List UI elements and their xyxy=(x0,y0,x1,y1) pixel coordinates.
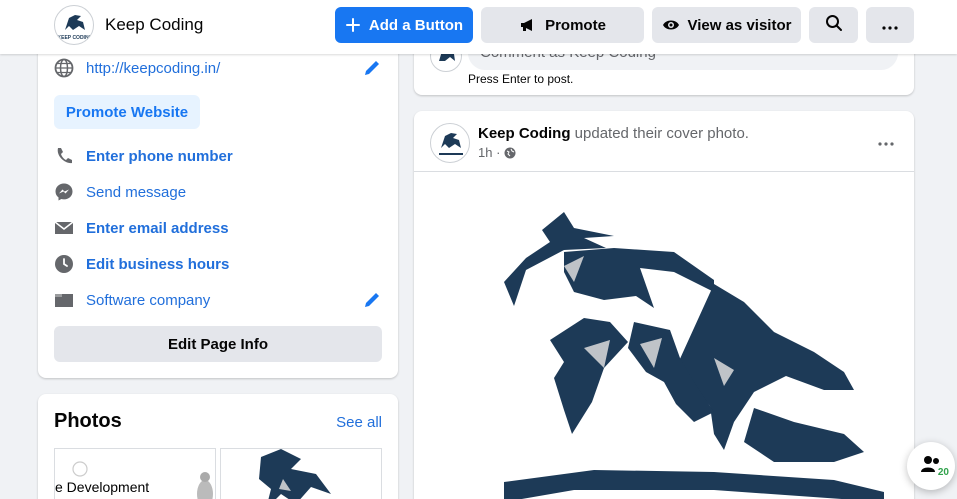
edit-page-info-button[interactable]: Edit Page Info xyxy=(54,326,382,362)
search-icon xyxy=(825,14,843,36)
category-row: Software company xyxy=(54,288,210,312)
clock-icon xyxy=(54,254,74,274)
logo-text: KEEP CODING xyxy=(58,35,93,41)
view-as-visitor-label: View as visitor xyxy=(687,16,792,34)
hours-row: Edit business hours xyxy=(54,252,229,276)
search-button[interactable] xyxy=(809,7,858,43)
add-button-label: Add a Button xyxy=(368,16,464,34)
photo-caption: e Development xyxy=(55,479,150,495)
eye-icon xyxy=(662,18,680,32)
contacts-count: 20 xyxy=(937,467,949,478)
promote-button-label: Promote xyxy=(545,16,606,34)
category-link[interactable]: Software company xyxy=(86,292,210,309)
intro-card: http://keepcoding.in/ Promote Website En… xyxy=(38,40,398,378)
phone-link[interactable]: Enter phone number xyxy=(86,148,233,165)
pencil-icon[interactable] xyxy=(362,58,382,78)
promote-button[interactable]: Promote xyxy=(481,7,644,43)
contacts-button[interactable]: 20 xyxy=(907,442,955,490)
send-message-link[interactable]: Send message xyxy=(86,184,186,201)
plus-icon xyxy=(345,17,361,33)
mail-icon xyxy=(54,218,74,238)
photo-thumbnail[interactable]: e Development xyxy=(54,448,216,499)
post-meta: 1h · xyxy=(478,145,516,160)
phone-row: Enter phone number xyxy=(54,144,233,168)
message-row: Send message xyxy=(54,180,186,204)
email-link[interactable]: Enter email address xyxy=(86,220,229,237)
promote-website-button[interactable]: Promote Website xyxy=(54,95,200,129)
view-as-visitor-button[interactable]: View as visitor xyxy=(652,7,801,43)
pencil-icon[interactable] xyxy=(362,290,382,310)
megaphone-icon xyxy=(519,17,537,33)
globe-icon xyxy=(504,147,516,159)
briefcase-icon xyxy=(54,290,74,310)
page-logo[interactable]: KEEP CODING xyxy=(54,5,94,45)
more-icon xyxy=(882,17,898,34)
avatar[interactable] xyxy=(430,123,470,163)
phone-icon xyxy=(54,146,74,166)
see-all-link[interactable]: See all xyxy=(336,414,382,431)
post-author[interactable]: Keep Coding xyxy=(478,125,571,142)
more-icon[interactable] xyxy=(878,133,894,151)
globe-icon xyxy=(54,58,74,78)
post-time[interactable]: 1h · xyxy=(478,145,500,160)
photos-card: Photos See all e Development xyxy=(38,394,398,499)
cover-photo[interactable] xyxy=(414,172,914,499)
add-a-button[interactable]: Add a Button xyxy=(335,7,473,43)
website-link[interactable]: http://keepcoding.in/ xyxy=(86,60,220,77)
website-row: http://keepcoding.in/ xyxy=(54,56,220,80)
post-action: updated their cover photo. xyxy=(570,125,749,142)
business-hours-link[interactable]: Edit business hours xyxy=(86,256,229,273)
post-card: Keep Coding updated their cover photo. 1… xyxy=(414,111,914,499)
photos-title: Photos xyxy=(54,410,122,432)
comment-hint: Press Enter to post. xyxy=(468,72,574,86)
page-header: KEEP CODING Keep Coding Add a Button Pro… xyxy=(0,0,957,54)
more-options-button[interactable] xyxy=(866,7,914,43)
page-title[interactable]: Keep Coding xyxy=(105,15,203,35)
messenger-icon xyxy=(54,182,74,202)
email-row: Enter email address xyxy=(54,216,229,240)
post-header: Keep Coding updated their cover photo. xyxy=(478,125,749,142)
photo-thumbnail[interactable] xyxy=(220,448,382,499)
